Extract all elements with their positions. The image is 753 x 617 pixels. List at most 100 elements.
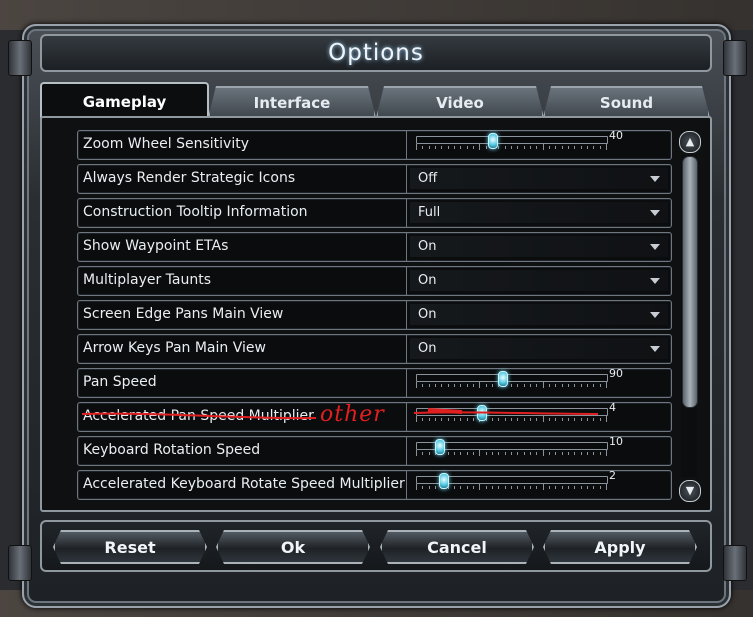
apply-button[interactable]: Apply (543, 530, 697, 564)
slider-tick (460, 384, 462, 387)
setting-row: Screen Edge Pans Main View On (77, 300, 672, 330)
row-divider (406, 131, 407, 159)
slider-tick (606, 416, 607, 422)
slider-track[interactable] (416, 136, 608, 144)
setting-row: Show Waypoint ETAs On (77, 232, 672, 262)
slider-tick (561, 418, 563, 421)
slider-knob[interactable] (476, 405, 487, 421)
slider-tick (555, 384, 557, 387)
slider-tick (441, 146, 443, 149)
slider-tick (416, 450, 417, 456)
slider-tick (530, 384, 531, 387)
slider-tick (536, 418, 538, 421)
slider-tick (542, 382, 544, 388)
slider-tick (606, 382, 607, 388)
slider-tick (498, 146, 500, 149)
slider-tick (561, 486, 563, 489)
chevron-down-icon[interactable]: ▼ (679, 480, 701, 502)
slider-tick (574, 486, 576, 489)
chevron-up-icon[interactable]: ▲ (679, 131, 701, 153)
setting-row: Keyboard Rotation Speed 10 (77, 435, 672, 466)
chevron-down-icon[interactable] (650, 278, 660, 284)
slider-tick (485, 452, 487, 455)
slider-tick (580, 418, 582, 421)
chevron-down-icon[interactable] (650, 210, 660, 216)
setting-label: Keyboard Rotation Speed (83, 442, 261, 458)
slider-tick (428, 384, 430, 387)
tab-sound[interactable]: Sound (543, 86, 710, 118)
slider-tick (580, 146, 582, 149)
chevron-down-icon[interactable] (650, 346, 660, 352)
setting-dropdown[interactable]: On (410, 236, 668, 257)
slider-tick (422, 418, 424, 421)
slider-knob[interactable] (434, 439, 445, 455)
slider-tick (517, 384, 519, 387)
slider-tick (447, 146, 449, 149)
setting-slider[interactable] (416, 439, 608, 459)
tab-video[interactable]: Video (376, 86, 544, 118)
setting-dropdown[interactable]: On (410, 270, 668, 291)
setting-label: Construction Tooltip Information (83, 204, 308, 220)
slider-track[interactable] (416, 374, 608, 382)
slider-tick (441, 384, 443, 387)
slider-tick (606, 484, 607, 490)
tab-interface[interactable]: Interface (208, 86, 376, 118)
setting-dropdown[interactable]: Full (410, 202, 668, 223)
slider-track[interactable] (416, 408, 608, 416)
setting-dropdown[interactable]: On (410, 304, 668, 325)
slider-knob[interactable] (438, 473, 449, 489)
setting-slider[interactable] (416, 371, 608, 391)
slider-tick (542, 144, 544, 150)
chevron-down-icon[interactable] (650, 312, 660, 318)
setting-slider[interactable] (416, 133, 608, 153)
slider-tick (466, 452, 468, 455)
slider-tick (511, 452, 512, 455)
chevron-down-icon[interactable] (650, 176, 660, 182)
slider-knob[interactable] (497, 371, 508, 387)
setting-row: Zoom Wheel Sensitivity 40 (77, 129, 672, 160)
slider-value: 90 (609, 367, 623, 380)
slider-tick (599, 146, 601, 149)
slider-tick (454, 146, 455, 149)
dropdown-value: Off (418, 171, 438, 186)
slider-tick (530, 146, 531, 149)
slider-knob[interactable] (488, 133, 498, 149)
slider-tick (580, 452, 582, 455)
slider-value: 2 (609, 469, 616, 482)
slider-tick (574, 452, 576, 455)
reset-button[interactable]: Reset (53, 530, 207, 564)
cancel-button[interactable]: Cancel (380, 530, 534, 564)
frame-bolt (8, 40, 32, 76)
setting-dropdown[interactable]: On (410, 338, 668, 359)
setting-row: Arrow Keys Pan Main View On (77, 334, 672, 364)
slider-tick (587, 486, 588, 489)
slider-tick (599, 486, 601, 489)
dropdown-value: Full (418, 205, 441, 220)
slider-tick (542, 416, 544, 422)
setting-row: Multiplayer Taunts On (77, 266, 672, 296)
slider-tick (599, 384, 601, 387)
row-divider (406, 301, 407, 329)
setting-slider[interactable] (416, 473, 608, 493)
slider-tick (593, 418, 595, 421)
slider-tick (593, 146, 595, 149)
slider-tick (517, 146, 519, 149)
slider-tick (523, 146, 525, 149)
row-divider (406, 471, 407, 499)
settings-scrollbar[interactable]: ▲ ▼ (679, 131, 701, 502)
chevron-down-icon[interactable] (650, 244, 660, 250)
slider-tick (549, 418, 550, 421)
setting-label: Accelerated Pan Speed Multiplier (83, 408, 314, 424)
slider-tick (479, 382, 481, 388)
scrollbar-thumb[interactable] (682, 156, 698, 408)
setting-dropdown[interactable]: Off (410, 168, 668, 189)
slider-track[interactable] (416, 442, 608, 450)
tab-gameplay[interactable]: Gameplay (40, 82, 209, 120)
row-divider (406, 165, 407, 193)
ok-button[interactable]: Ok (216, 530, 370, 564)
slider-tick (473, 418, 474, 421)
setting-slider[interactable] (416, 405, 608, 425)
slider-tick (574, 418, 576, 421)
slider-tick (422, 486, 424, 489)
slider-tick (568, 418, 569, 421)
